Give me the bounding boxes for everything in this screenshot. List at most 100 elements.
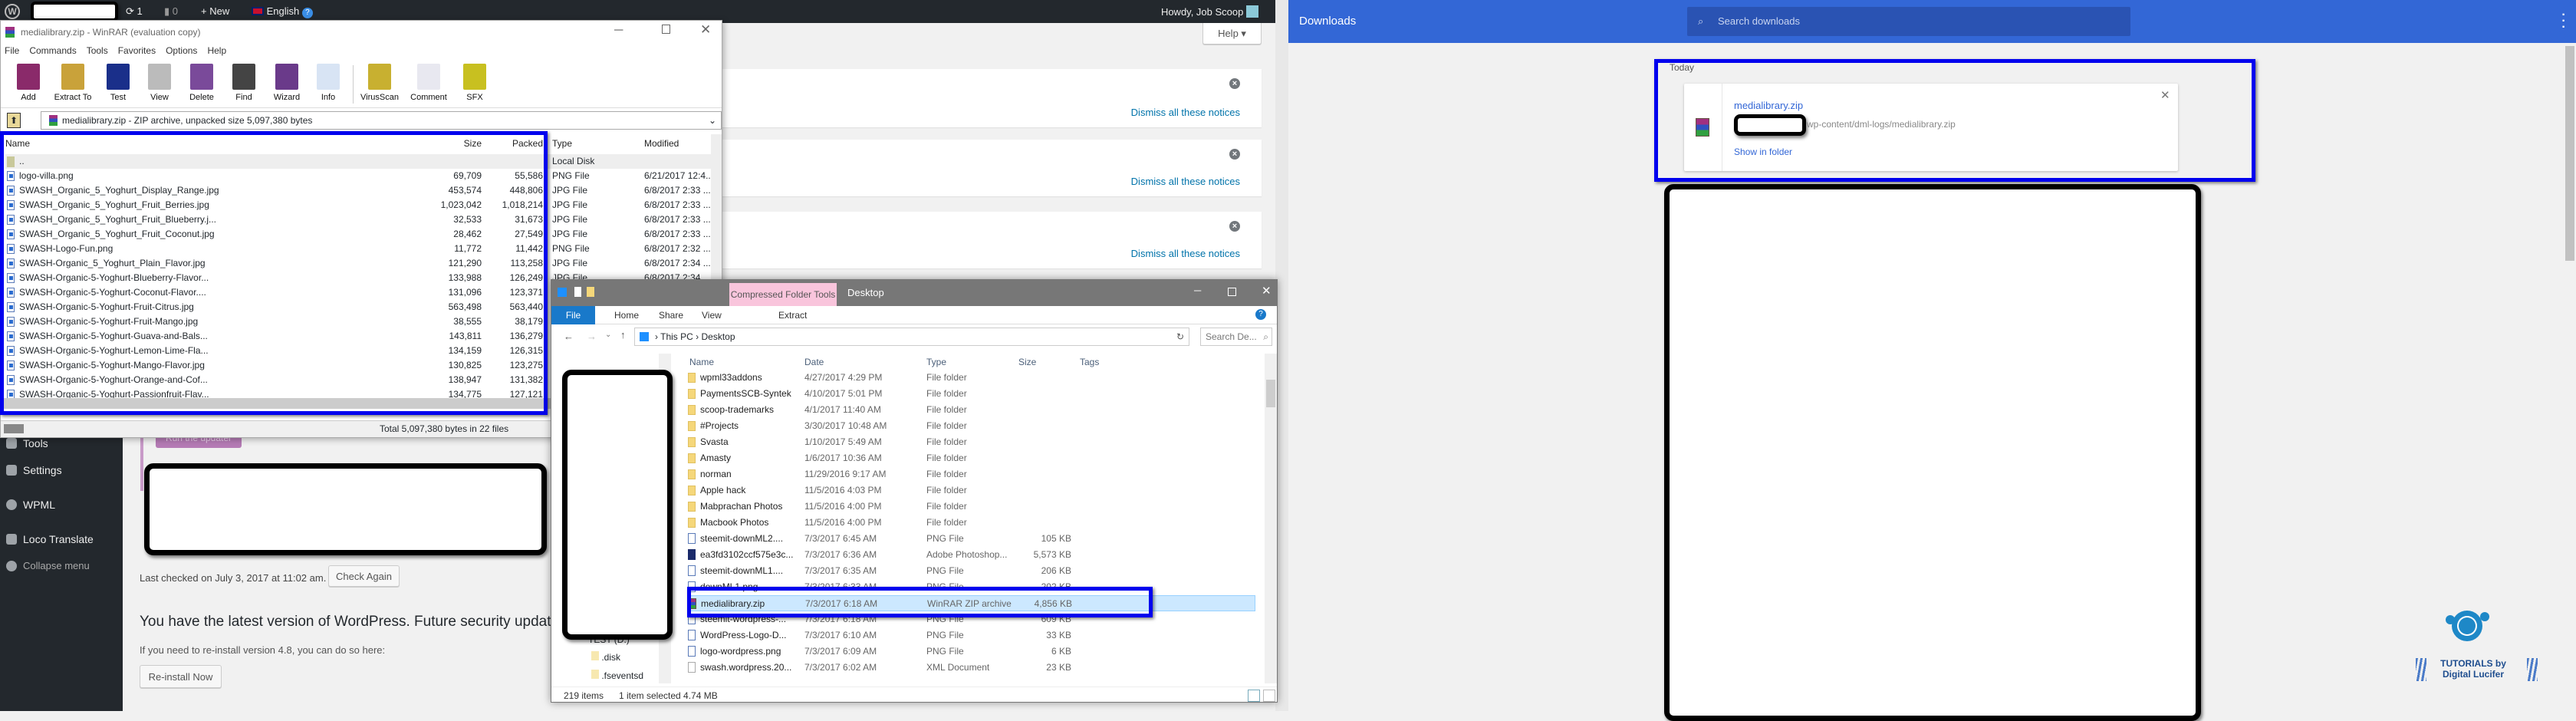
recent-locations-icon[interactable]: ⌄ [605,331,611,339]
comment-button[interactable]: Comment [408,64,449,102]
forward-button[interactable]: → [587,331,597,342]
file-row[interactable]: ea3fd3102ccf575e3c... 7/3/2017 6:36 AM Ado… [688,547,1255,563]
updates-link[interactable]: ⟳ 1 [126,5,143,18]
file-row[interactable]: Apple hack 11/5/2016 4:03 PM File folder [688,482,1255,499]
address-bar[interactable]: › This PC › Desktop ↻ [634,328,1189,346]
breadcrumb-this-pc[interactable]: This PC [660,331,693,342]
file-row[interactable]: steemit-downML2.... 7/3/2017 6:45 AM PNG F… [688,531,1255,547]
sidebar-item-loco-translate[interactable]: Loco Translate [6,533,94,545]
page-scrollbar[interactable] [2565,46,2574,261]
view-button[interactable]: View [139,64,180,102]
sidebar-item-wpml[interactable]: WPML [6,499,55,511]
column-header-type[interactable]: Type [926,357,946,367]
info-button[interactable]: Info [308,64,349,102]
column-header-tags[interactable]: Tags [1080,357,1099,367]
test-button[interactable]: Test [97,64,139,102]
search-downloads-input[interactable]: ⌕ Search downloads [1687,7,2130,36]
close-button[interactable]: ✕ [1262,284,1272,298]
sidebar-item-tools[interactable]: Tools [6,437,48,449]
help-icon[interactable]: ? [1255,309,1266,320]
extract-to-button[interactable]: Extract To [52,64,94,102]
menu-help[interactable]: Help [207,45,226,59]
properties-icon[interactable] [574,287,581,297]
close-button[interactable]: ✕ [700,22,711,38]
maximize-button[interactable] [1228,288,1236,296]
sfx-button[interactable]: SFX [454,64,495,102]
details-view-button[interactable] [1248,690,1260,702]
dismiss-all-link[interactable]: Dismiss all these notices [1131,107,1240,118]
refresh-icon[interactable]: ↻ [1176,328,1184,345]
reinstall-now-button[interactable]: Re-install Now [140,665,222,688]
column-header-date[interactable]: Date [804,357,824,367]
last-checked-text: Last checked on July 3, 2017 at 11:02 am… [140,572,327,584]
tab-extract[interactable]: Extract [778,306,807,324]
minimize-button[interactable]: ─ [614,24,623,38]
nav-item-fseventsd[interactable]: .fseventsd [591,670,643,681]
help-button[interactable]: Help ▾ [1202,23,1262,44]
menu-file[interactable]: File [5,45,19,59]
more-options-icon[interactable]: · · · [2561,9,2566,34]
file-row[interactable]: norman 11/29/2016 9:17 AM File folder [688,466,1255,482]
file-row[interactable]: logo-wordpress.png 7/3/2017 6:09 AM PNG Fi… [688,644,1255,660]
menu-options[interactable]: Options [166,45,197,59]
sidebar-item-collapse-menu[interactable]: Collapse menu [6,560,90,571]
dismiss-icon[interactable]: × [1229,78,1240,89]
file-row[interactable]: Mabprachan Photos 11/5/2016 4:00 PM File f… [688,499,1255,515]
tab-home[interactable]: Home [614,306,639,324]
column-header-size[interactable]: Size [1018,357,1036,367]
comments-link[interactable]: ▮ 0 [164,5,178,18]
wordpress-logo-icon[interactable]: W [5,4,20,19]
sidebar-item-settings[interactable]: Settings [6,464,62,476]
breadcrumb-desktop[interactable]: Desktop [701,331,735,342]
archive-path-bar[interactable]: medialibrary.zip - ZIP archive, unpacked… [41,111,722,130]
file-row[interactable]: WordPress-Logo-D... 7/3/2017 6:10 AM PNG F… [688,627,1255,644]
virusscan-button[interactable]: VirusScan [359,64,400,102]
up-button[interactable]: ↑ [620,329,626,341]
new-folder-icon[interactable] [587,287,594,297]
dismiss-all-link[interactable]: Dismiss all these notices [1131,176,1240,187]
account-menu[interactable]: Howdy, Job Scoop [1161,5,1258,18]
menu-commands[interactable]: Commands [29,45,76,59]
find-icon [232,64,255,90]
file-row[interactable]: #Projects 3/30/2017 10:48 AM File folder [688,418,1255,434]
large-icons-view-button[interactable] [1263,690,1275,702]
delete-icon [190,64,213,90]
watermark-text: TUTORIALS by Digital Lucifer [2440,658,2506,680]
minimize-button[interactable]: ─ [1194,285,1201,296]
delete-button[interactable]: Delete [181,64,222,102]
column-header-modified[interactable]: Modified [644,134,679,153]
menu-favorites[interactable]: Favorites [118,45,156,59]
dismiss-icon[interactable]: × [1229,221,1240,232]
column-header-name[interactable]: Name [689,357,714,367]
maximize-button[interactable] [662,25,670,34]
add-button[interactable]: Add [8,64,49,102]
find-button[interactable]: Find [223,64,265,102]
file-row[interactable]: PaymentsSCB-Syntek 4/10/2017 5:01 PM File … [688,386,1255,402]
file-row[interactable]: scoop-trademarks 4/1/2017 11:40 AM File fo… [688,402,1255,418]
menu-tools[interactable]: Tools [87,45,108,59]
tab-file[interactable]: File [551,306,595,324]
dismiss-all-link[interactable]: Dismiss all these notices [1131,248,1240,259]
back-button[interactable]: ← [564,331,574,342]
file-row[interactable]: Macbook Photos 11/5/2016 4:00 PM File fold… [688,515,1255,531]
compressed-folder-tools-tab[interactable]: Compressed Folder Tools [729,283,837,306]
vertical-scrollbar[interactable] [1265,354,1277,683]
new-content-link[interactable]: + New [201,5,229,17]
nav-item-disk[interactable]: .disk [591,651,620,663]
tab-view[interactable]: View [702,306,722,324]
check-again-button[interactable]: Check Again [328,565,400,587]
file-row[interactable]: Svasta 1/10/2017 5:49 AM File folder [688,434,1255,450]
column-header-type[interactable]: Type [552,134,572,153]
tab-share[interactable]: Share [659,306,683,324]
file-row[interactable]: wpml33addons 4/27/2017 4:29 PM File folder [688,370,1255,386]
wizard-button[interactable]: Wizard [266,64,308,102]
redacted-site-name [31,2,118,21]
file-row[interactable]: swash.wordpress.20... 7/3/2017 6:02 AM XML… [688,660,1255,676]
search-input[interactable]: Search De... ⌕ [1200,328,1272,346]
chevron-down-icon[interactable]: ⌄ [709,115,716,126]
dismiss-icon[interactable]: × [1229,149,1240,160]
language-switcher[interactable]: English ? [252,5,313,18]
file-row[interactable]: Amasty 1/6/2017 10:36 AM File folder [688,450,1255,466]
file-row[interactable]: steemit-downML1.... 7/3/2017 6:35 AM PNG F… [688,563,1255,579]
up-folder-button[interactable]: ⬆ [7,113,21,128]
